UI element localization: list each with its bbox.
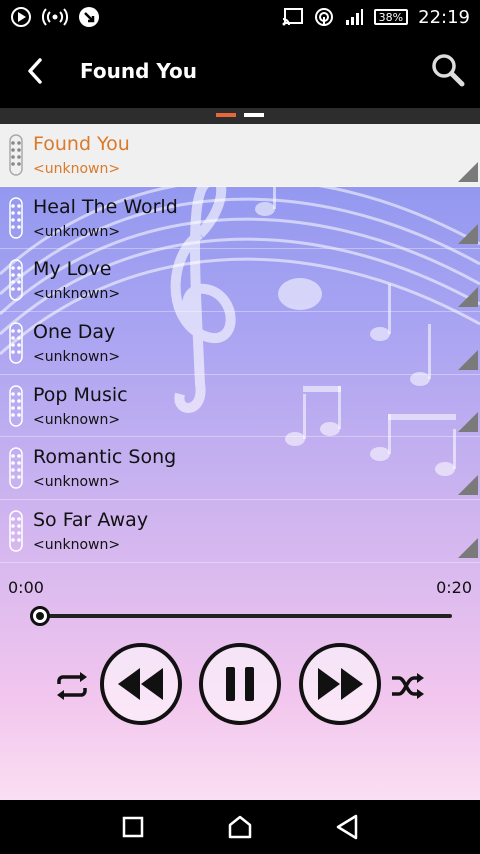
drag-handle-icon[interactable] — [6, 196, 26, 240]
track-artist: <unknown> — [33, 161, 121, 177]
battery-icon: 38% — [373, 9, 409, 25]
status-time: 22:19 — [418, 6, 470, 28]
page-indicator — [0, 108, 480, 124]
search-button[interactable] — [430, 52, 466, 88]
drag-handle-icon[interactable] — [6, 509, 26, 553]
menu-corner-icon[interactable] — [458, 287, 478, 308]
hotspot-icon — [42, 6, 68, 28]
status-right: 38% 22:19 — [282, 7, 470, 28]
track-title: One Day — [33, 321, 116, 344]
page-title: Found You — [80, 59, 197, 83]
menu-corner-icon[interactable] — [458, 161, 478, 182]
list-item[interactable]: One Day <unknown> — [0, 312, 480, 375]
drag-handle-icon[interactable] — [6, 133, 26, 177]
drag-handle-icon[interactable] — [6, 258, 26, 302]
wifi-icon — [314, 7, 334, 27]
main-area: Found You <unknown> Heal The World <unkn… — [0, 124, 480, 800]
list-item[interactable]: Heal The World <unknown> — [0, 187, 480, 250]
fast-forward-button[interactable] — [299, 643, 381, 725]
signal-icon — [344, 8, 364, 26]
home-button[interactable] — [220, 807, 260, 847]
shuffle-icon — [392, 673, 424, 699]
app-bar: Found You — [0, 34, 480, 108]
navigation-bar — [0, 800, 480, 854]
chevron-left-icon — [28, 58, 42, 84]
track-artist: <unknown> — [33, 349, 121, 366]
menu-corner-icon[interactable] — [458, 224, 478, 245]
list-item[interactable]: Found You <unknown> — [0, 124, 480, 187]
track-artist: <unknown> — [33, 537, 121, 554]
list-item[interactable]: Pop Music <unknown> — [0, 375, 480, 438]
notification-icon — [78, 6, 100, 28]
menu-corner-icon[interactable] — [458, 412, 478, 433]
track-title: Found You — [33, 133, 130, 155]
pause-button[interactable] — [199, 643, 281, 725]
track-artist: <unknown> — [33, 286, 121, 303]
cast-icon — [282, 7, 304, 27]
menu-corner-icon[interactable] — [458, 475, 478, 496]
seek-thumb[interactable] — [30, 606, 50, 626]
page-indicator-inactive[interactable] — [244, 113, 264, 117]
home-icon — [228, 815, 252, 839]
back-icon — [336, 814, 357, 840]
track-title: Heal The World — [33, 195, 178, 218]
back-button[interactable] — [0, 34, 70, 108]
rewind-icon — [118, 668, 163, 700]
fast-forward-icon — [318, 668, 363, 700]
nav-back-button[interactable] — [327, 807, 367, 847]
page-indicator-active[interactable] — [216, 113, 236, 117]
recents-icon — [123, 816, 144, 838]
drag-handle-icon[interactable] — [6, 384, 26, 428]
shuffle-button[interactable] — [386, 664, 430, 708]
pause-icon — [226, 667, 254, 701]
list-item[interactable]: So Far Away <unknown> — [0, 500, 480, 563]
rewind-button[interactable] — [100, 643, 182, 725]
drag-handle-icon[interactable] — [6, 446, 26, 490]
status-bar: 38% 22:19 — [0, 0, 480, 34]
play-icon — [10, 6, 32, 28]
track-title: Pop Music — [33, 383, 128, 406]
status-left — [10, 6, 100, 28]
repeat-icon — [57, 672, 87, 700]
track-artist: <unknown> — [33, 223, 121, 240]
drag-handle-icon[interactable] — [6, 321, 26, 365]
track-title: My Love — [33, 258, 112, 281]
seek-bar[interactable] — [40, 614, 452, 618]
total-time: 0:20 — [436, 578, 472, 597]
list-item[interactable]: My Love <unknown> — [0, 249, 480, 313]
repeat-button[interactable] — [50, 664, 94, 708]
track-title: Romantic Song — [33, 446, 177, 469]
recents-button[interactable] — [113, 807, 153, 847]
track-list: Found You <unknown> Heal The World <unkn… — [0, 124, 480, 563]
search-icon — [432, 54, 465, 87]
elapsed-time: 0:00 — [8, 578, 44, 597]
menu-corner-icon[interactable] — [458, 349, 478, 370]
menu-corner-icon[interactable] — [458, 537, 478, 558]
track-artist: <unknown> — [33, 411, 121, 428]
track-artist: <unknown> — [33, 474, 121, 491]
track-title: So Far Away — [33, 509, 149, 532]
list-item[interactable]: Romantic Song <unknown> — [0, 437, 480, 501]
